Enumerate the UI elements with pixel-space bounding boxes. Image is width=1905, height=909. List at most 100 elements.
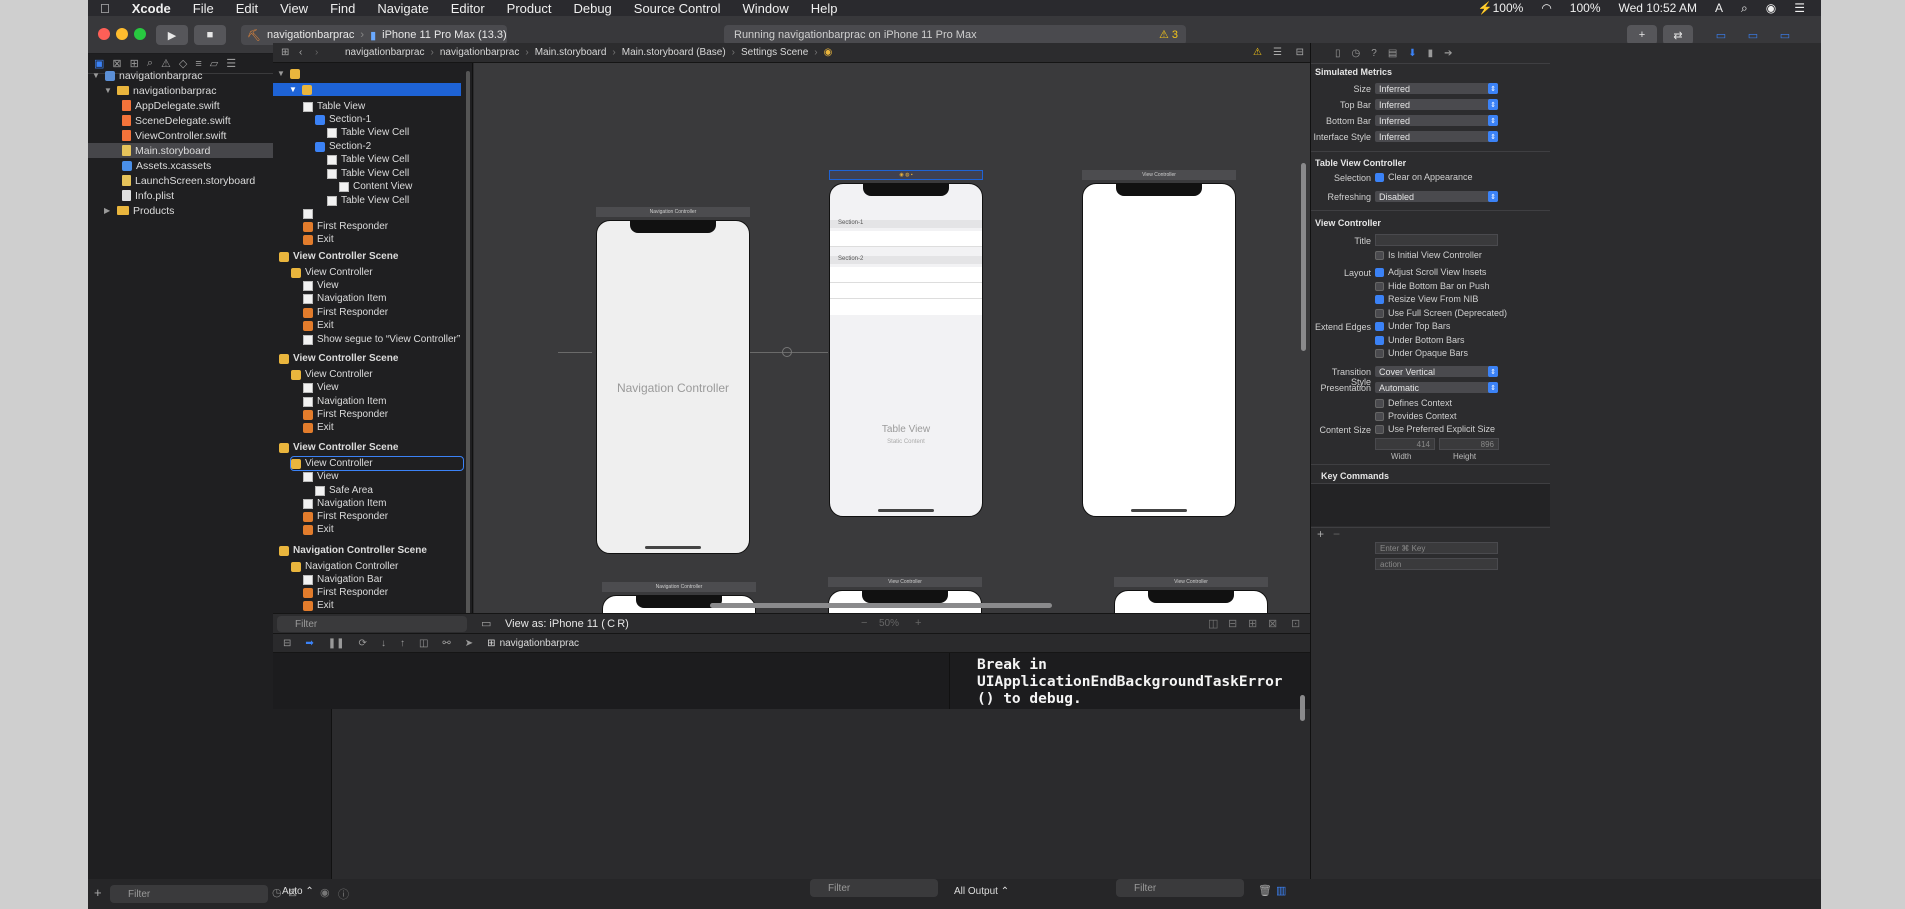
console-scrollbar[interactable] [1300,695,1305,721]
size-inspector-icon[interactable]: ▮ [1428,48,1434,59]
attributes-inspector-icon[interactable]: ⬇ [1408,48,1416,59]
scene-title-bar[interactable]: Navigation Controller [602,582,756,592]
editor-options-icon[interactable]: ☰ [1273,47,1282,58]
remove-key-command-icon[interactable]: − [1333,527,1340,541]
outline-row[interactable]: First Responder [303,510,388,523]
menu-debug[interactable]: Debug [573,1,611,16]
outline-row[interactable]: Navigation Item [303,497,386,510]
zoom-out-icon[interactable]: − [861,617,867,629]
under-bottom-bars-checkbox[interactable]: Under Bottom Bars [1375,335,1465,345]
issue-warning-icon[interactable]: ⚠ [1253,47,1262,58]
hide-bottom-bar-checkbox[interactable]: Hide Bottom Bar on Push [1375,281,1490,291]
outline-scrollbar[interactable] [466,71,470,619]
info-icon[interactable]: ⓘ [338,886,349,902]
outline-row[interactable]: Section-2 [315,140,371,153]
segue-icon[interactable] [782,347,792,357]
scene-title-bar[interactable]: View Controller [1082,170,1236,180]
outline-row[interactable]: Content View [339,180,412,193]
related-items-icon[interactable]: ⊞ [281,47,289,58]
stop-button[interactable]: ■ [194,25,226,45]
breadcrumb-file[interactable]: Main.storyboard [535,47,607,58]
align-icon[interactable]: ⊟ [1228,617,1237,630]
notification-center-icon[interactable]: ☰ [1794,1,1805,15]
add-file-icon[interactable]: + [94,885,102,900]
breakpoints-toggle-icon[interactable]: ➡ [305,638,313,649]
quick-look-icon[interactable]: ◉ [320,886,330,899]
embed-icon[interactable]: ⊡ [1291,617,1300,630]
outline-row[interactable]: Navigation Item [303,395,386,408]
variables-view[interactable] [273,653,950,709]
outline-row[interactable]: First Responder [303,586,388,599]
memory-graph-icon[interactable]: ⚯ [442,638,450,649]
storyboard-canvas[interactable]: Navigation Controller Navigation Control… [474,63,1310,613]
console-filter[interactable]: Filter [1116,879,1244,897]
outline-filter[interactable]: Filter [277,616,467,632]
outline-row[interactable]: Navigation Controller [291,560,398,573]
warning-count[interactable]: ⚠ 3 [1159,28,1178,41]
recent-files-icon[interactable]: ◷ [272,886,282,899]
hide-debug-area-icon[interactable]: ⊟ [283,638,291,649]
input-source-icon[interactable]: A [1715,1,1723,15]
minimize-window-button[interactable] [116,28,128,40]
outline-row[interactable]: Table View Cell [327,167,409,180]
clear-on-appearance-checkbox[interactable]: Clear on Appearance [1375,172,1473,182]
simulate-location-icon[interactable]: ➤ [465,638,473,649]
menu-help[interactable]: Help [811,1,838,16]
scene-title-bar[interactable]: Navigation Controller [596,207,750,217]
horizontal-scrollbar[interactable] [710,603,1052,608]
defines-context-checkbox[interactable]: Defines Context [1375,398,1452,408]
under-opaque-bars-checkbox[interactable]: Under Opaque Bars [1375,348,1468,358]
app-menu[interactable]: Xcode [132,1,171,16]
code-review-button[interactable]: ⇄ [1663,25,1693,45]
outline-row-selected[interactable]: ▼ [273,83,461,96]
menu-window[interactable]: Window [743,1,789,16]
outline-scene-header[interactable]: View Controller Scene [279,352,398,365]
outline-row[interactable]: Safe Area [315,484,373,497]
full-screen-checkbox[interactable]: Use Full Screen (Deprecated) [1375,308,1507,318]
step-over-icon[interactable]: ⟳ [359,638,367,649]
bottom-bar-popup[interactable]: Inferred ⇕ [1375,115,1498,126]
navigator-toggle-icon[interactable]: ▭ [1707,25,1735,45]
resize-from-nib-checkbox[interactable]: Resize View From NIB [1375,294,1478,304]
help-inspector-icon[interactable]: ? [1371,48,1377,59]
outline-row[interactable]: Exit [303,599,334,612]
table-view-scene[interactable]: Section-1 Section-2 Table View Static Co… [829,183,983,517]
menu-product[interactable]: Product [507,1,552,16]
outline-row[interactable] [303,207,317,220]
identity-inspector-icon[interactable]: ▤ [1388,48,1397,59]
refreshing-popup[interactable]: Disabled ⇕ [1375,191,1498,202]
transition-style-popup[interactable]: Cover Vertical ⇕ [1375,366,1498,377]
outline-row[interactable]: Navigation Item [303,292,386,305]
view-as-device[interactable]: View as: iPhone 11 ( C R) [505,618,629,630]
key-field[interactable]: Enter ⌘ Key [1375,542,1498,554]
preferred-explicit-size-checkbox[interactable]: Use Preferred Explicit Size [1375,424,1495,434]
auto-scope-button[interactable]: Auto ⌃ [282,886,314,897]
battery-icon[interactable]: ⚡100% [1478,1,1524,15]
pause-icon[interactable]: ❚❚ [328,638,345,649]
breadcrumb-base[interactable]: Main.storyboard (Base) [622,47,726,58]
view-controller-scene-2[interactable] [828,590,982,613]
vertical-scrollbar[interactable] [1301,163,1306,351]
wifi-icon[interactable]: ◠ [1541,1,1551,15]
battery-status[interactable]: 100% [1570,1,1601,15]
top-bar-popup[interactable]: Inferred ⇕ [1375,99,1498,110]
clock[interactable]: Wed 10:52 AM [1619,1,1698,15]
menu-editor[interactable]: Editor [451,1,485,16]
navigation-controller-scene[interactable]: Navigation Controller [596,220,750,554]
forward-icon[interactable]: › [315,47,318,58]
outline-row[interactable]: First Responder [303,220,388,233]
file-inspector-icon[interactable]: ▯ [1335,48,1341,59]
siri-icon[interactable]: ◉ [1766,1,1776,15]
add-editor-icon[interactable]: ⊟ [1296,47,1304,58]
width-field[interactable]: 414 [1375,438,1435,450]
outline-row[interactable]: ▼ [277,67,467,80]
zoom-in-icon[interactable]: + [915,617,921,629]
size-popup[interactable]: Inferred ⇕ [1375,83,1498,94]
outline-row[interactable]: View [303,279,339,292]
entry-arrow[interactable] [558,352,592,353]
scheme-selector[interactable]: ⛏ navigationbarprac › ▮ iPhone 11 Pro Ma… [241,25,507,45]
outline-row[interactable]: First Responder [303,306,388,319]
outline-scene-header[interactable]: View Controller Scene [279,441,398,454]
presentation-popup[interactable]: Automatic ⇕ [1375,382,1498,393]
inspector-toggle-icon[interactable]: ▭ [1771,25,1799,45]
